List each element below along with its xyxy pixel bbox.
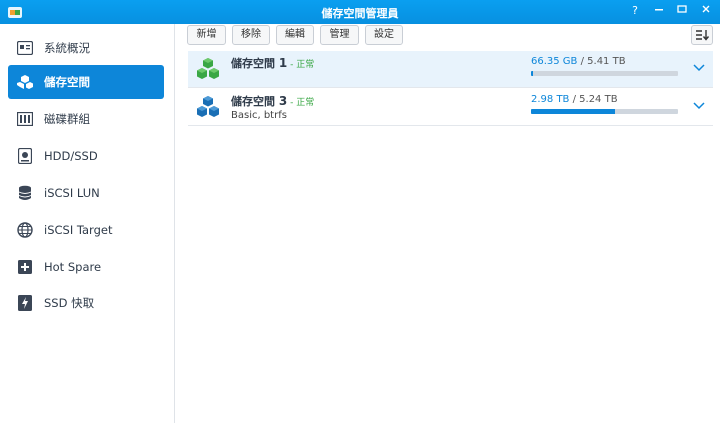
sidebar-item-hot-spare[interactable]: Hot Spare — [8, 250, 164, 284]
ssd-cache-icon — [14, 292, 36, 314]
volume-separator: - — [287, 98, 297, 108]
sort-button[interactable] — [691, 25, 713, 45]
chevron-down-icon[interactable] — [693, 62, 705, 72]
usage-bar — [531, 71, 678, 76]
settings-button[interactable]: 設定 — [365, 25, 403, 45]
volume-number: 1 — [278, 56, 288, 70]
iscsi-lun-icon — [14, 182, 36, 204]
sidebar-item-label: iSCSI Target — [44, 223, 113, 237]
sidebar-item-label: HDD/SSD — [44, 149, 98, 163]
disk-group-icon — [14, 108, 36, 130]
sidebar-item-label: 系統概況 — [44, 41, 90, 55]
volume-total: / 5.41 TB — [577, 56, 626, 67]
sidebar: 系統概況 儲存空間 磁碟群組 HDD/SSD iSCSI LUN iSCSI T… — [0, 24, 175, 423]
volume-name: 儲存空間 3 - 正常 — [231, 94, 315, 108]
minimize-button[interactable] — [652, 4, 666, 18]
sidebar-item-overview[interactable]: 系統概況 — [8, 31, 164, 65]
close-button[interactable] — [699, 4, 713, 18]
hot-spare-icon — [14, 256, 36, 278]
volume-total: / 5.24 TB — [569, 94, 618, 105]
volume-used: 2.98 TB — [531, 94, 570, 105]
iscsi-target-icon — [14, 219, 36, 241]
maximize-icon — [677, 5, 687, 13]
volume-status: 正常 — [296, 98, 315, 108]
usage-bar-fill — [531, 109, 615, 114]
volume-usage: 2.98 TB / 5.24 TB — [531, 94, 618, 105]
chevron-down-icon[interactable] — [693, 100, 705, 110]
volume-subtitle: Basic, btrfs — [231, 110, 287, 121]
sidebar-item-iscsi-lun[interactable]: iSCSI LUN — [8, 176, 164, 210]
usage-bar — [531, 109, 678, 114]
minimize-icon — [655, 9, 663, 11]
volume-used: 66.35 GB — [531, 56, 578, 67]
volume-usage: 66.35 GB / 5.41 TB — [531, 56, 626, 67]
sidebar-item-label: Hot Spare — [44, 260, 102, 274]
sidebar-item-label: 儲存空間 — [44, 75, 90, 89]
volume-cube-icon — [197, 96, 219, 117]
window-title: 儲存空間管理員 — [321, 7, 399, 20]
sidebar-item-disk-group[interactable]: 磁碟群組 — [8, 102, 164, 136]
add-button[interactable]: 新增 — [187, 25, 226, 45]
sidebar-item-label: iSCSI LUN — [44, 186, 100, 200]
volume-separator: - — [287, 60, 297, 70]
volume-name: 儲存空間 1 - 正常 — [231, 56, 315, 70]
edit-button[interactable]: 編輯 — [276, 25, 314, 45]
volume-number: 3 — [278, 94, 288, 108]
sidebar-item-label: 磁碟群組 — [44, 112, 90, 126]
sidebar-item-hdd-ssd[interactable]: HDD/SSD — [8, 139, 164, 173]
maximize-button[interactable] — [675, 4, 689, 18]
help-button[interactable]: ? — [628, 4, 642, 18]
close-icon — [702, 5, 710, 13]
volume-status: 正常 — [296, 60, 315, 70]
sidebar-item-ssd-cache[interactable]: SSD 快取 — [8, 286, 164, 320]
title-bar: 儲存空間管理員 ? — [0, 0, 720, 24]
hdd-icon — [14, 145, 36, 167]
sidebar-item-iscsi-target[interactable]: iSCSI Target — [8, 213, 164, 247]
sidebar-item-volume[interactable]: 儲存空間 — [8, 65, 164, 99]
sidebar-item-label: SSD 快取 — [44, 296, 95, 310]
volume-cube-icon — [197, 58, 219, 79]
remove-button[interactable]: 移除 — [232, 25, 270, 45]
usage-bar-fill — [531, 71, 533, 76]
overview-icon — [14, 37, 36, 59]
volume-row[interactable]: 儲存空間 1 - 正常 66.35 GB / 5.41 TB — [188, 51, 713, 88]
volume-icon — [14, 71, 36, 93]
manage-button[interactable]: 管理 — [320, 25, 359, 45]
sort-icon — [696, 30, 710, 41]
volume-row[interactable]: 儲存空間 3 - 正常 Basic, btrfs 2.98 TB / 5.24 … — [188, 89, 713, 126]
